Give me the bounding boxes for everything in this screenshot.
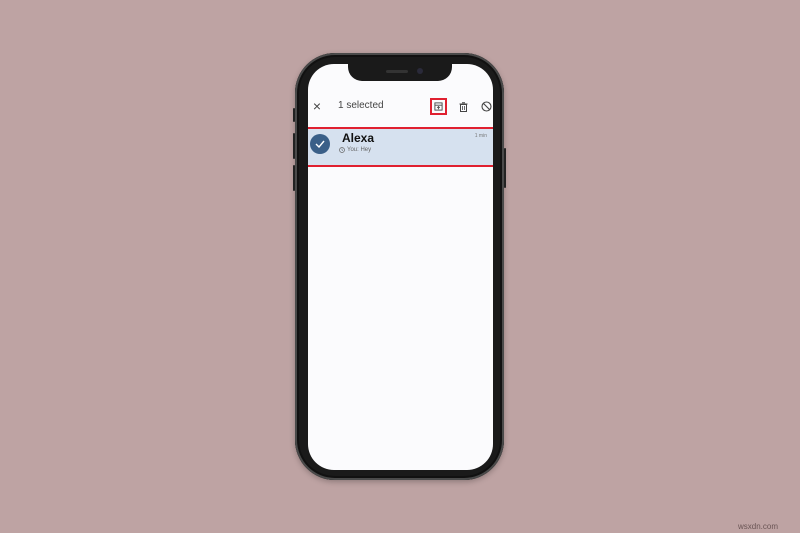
archive-icon	[434, 102, 443, 111]
preview-text: You: Hey	[347, 147, 372, 153]
power-button	[504, 148, 506, 188]
notch	[348, 64, 452, 81]
phone-screen: × 1 selected Alexa 1 min You: Hey	[308, 64, 493, 470]
volume-up-button	[293, 133, 295, 159]
conversation-name: Alexa	[342, 131, 375, 145]
conversation-row-alexa[interactable]: Alexa 1 min You: Hey	[308, 127, 493, 167]
trash-icon	[459, 101, 467, 112]
mute-switch	[293, 108, 295, 122]
watermark: wsxdn.com	[738, 522, 779, 531]
volume-down-button	[293, 165, 295, 191]
delete-button[interactable]	[456, 99, 470, 114]
selected-count: 1 selected	[338, 100, 384, 111]
block-button[interactable]	[479, 99, 493, 114]
close-icon[interactable]: ×	[310, 98, 324, 114]
block-icon	[480, 101, 492, 112]
selected-check-avatar[interactable]	[310, 134, 330, 154]
archive-button[interactable]	[430, 98, 447, 115]
clock-icon	[339, 147, 345, 153]
speaker-grill	[386, 70, 408, 73]
front-camera	[417, 68, 423, 74]
conversation-preview: You: Hey	[339, 147, 371, 153]
checkmark-icon	[315, 140, 325, 148]
conversation-time: 1 min	[474, 133, 487, 139]
selection-toolbar: × 1 selected	[308, 94, 493, 120]
